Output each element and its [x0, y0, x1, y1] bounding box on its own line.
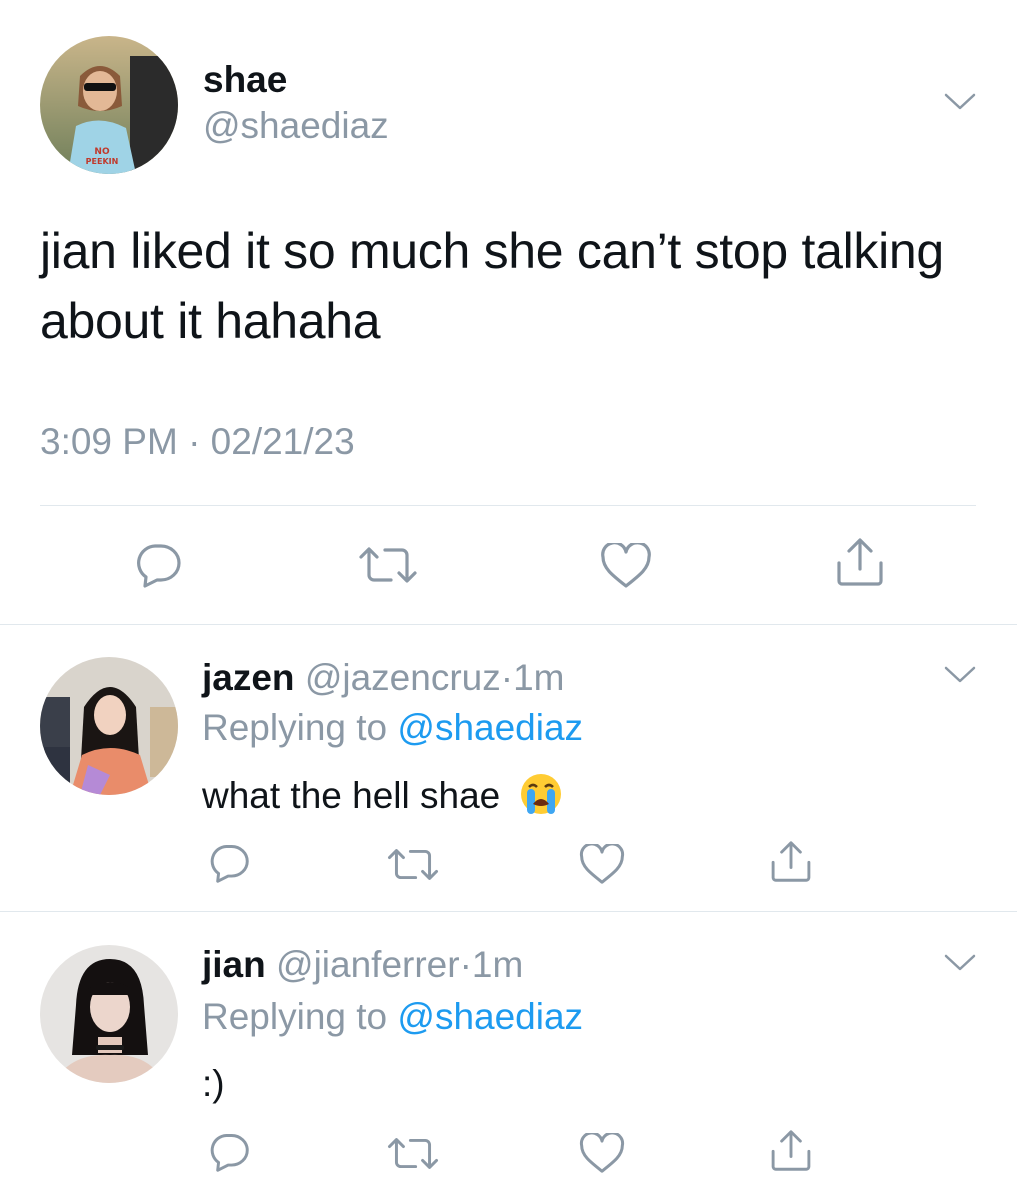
replying-to-link[interactable]: @shaediaz [397, 707, 583, 748]
share-icon[interactable] [768, 840, 814, 883]
share-icon[interactable] [768, 1129, 814, 1172]
divider [0, 911, 1017, 912]
chevron-down-icon[interactable] [943, 92, 977, 112]
reply-icon[interactable] [207, 1132, 251, 1172]
share-icon[interactable] [833, 537, 887, 587]
shae-avatar[interactable]: NO PEEKIN [40, 36, 178, 174]
replying-to-label: Replying to [202, 707, 388, 748]
svg-text:PEEKIN: PEEKIN [86, 157, 119, 166]
jian-avatar[interactable] [40, 945, 178, 1083]
main-tweet-timestamp: 3:09 PM · 02/21/23 [40, 421, 355, 462]
reply-text-content: :) [202, 1063, 225, 1104]
replying-to-label: Replying to [202, 996, 388, 1037]
reply-icon[interactable] [207, 843, 251, 883]
reply-age: 1m [513, 657, 565, 698]
like-icon[interactable] [579, 1133, 625, 1174]
chevron-down-icon[interactable] [943, 665, 977, 685]
reply-text-content: what the hell shae [202, 775, 501, 816]
chevron-down-icon[interactable] [943, 953, 977, 973]
main-handle[interactable]: @shaediaz [203, 104, 389, 148]
replying-to-line: Replying to @shaediaz [202, 706, 583, 750]
separator-dot: · [500, 657, 514, 698]
retweet-icon[interactable] [386, 1136, 440, 1171]
replying-to-line: Replying to @shaediaz [202, 995, 583, 1039]
jazen-avatar[interactable] [40, 657, 178, 795]
replying-to-link[interactable]: @shaediaz [397, 996, 583, 1037]
reply-icon[interactable] [133, 542, 183, 588]
main-display-name[interactable]: shae [203, 58, 287, 102]
reply-handle[interactable]: @jazencruz [305, 657, 501, 698]
retweet-icon[interactable] [357, 545, 419, 585]
like-icon[interactable] [579, 844, 625, 885]
reply-header: jazen @jazencruz·1m [202, 656, 564, 700]
svg-text:NO: NO [94, 147, 110, 157]
separator-dot: · [459, 944, 472, 985]
reply-handle[interactable]: @jianferrer [276, 944, 460, 985]
reply-header: jian @jianferrer·1m [202, 943, 523, 987]
reply-display-name[interactable]: jazen [202, 657, 295, 698]
like-icon[interactable] [600, 543, 652, 589]
divider [0, 624, 1017, 625]
reply-text: what the hell shae [202, 772, 563, 818]
main-tweet-text: jian liked it so much she can’t stop tal… [40, 223, 944, 349]
reply-display-name[interactable]: jian [202, 944, 266, 985]
retweet-icon[interactable] [386, 847, 440, 882]
loudly-crying-face-emoji-icon [519, 772, 563, 816]
divider [40, 505, 976, 506]
reply-age: 1m [471, 944, 524, 985]
